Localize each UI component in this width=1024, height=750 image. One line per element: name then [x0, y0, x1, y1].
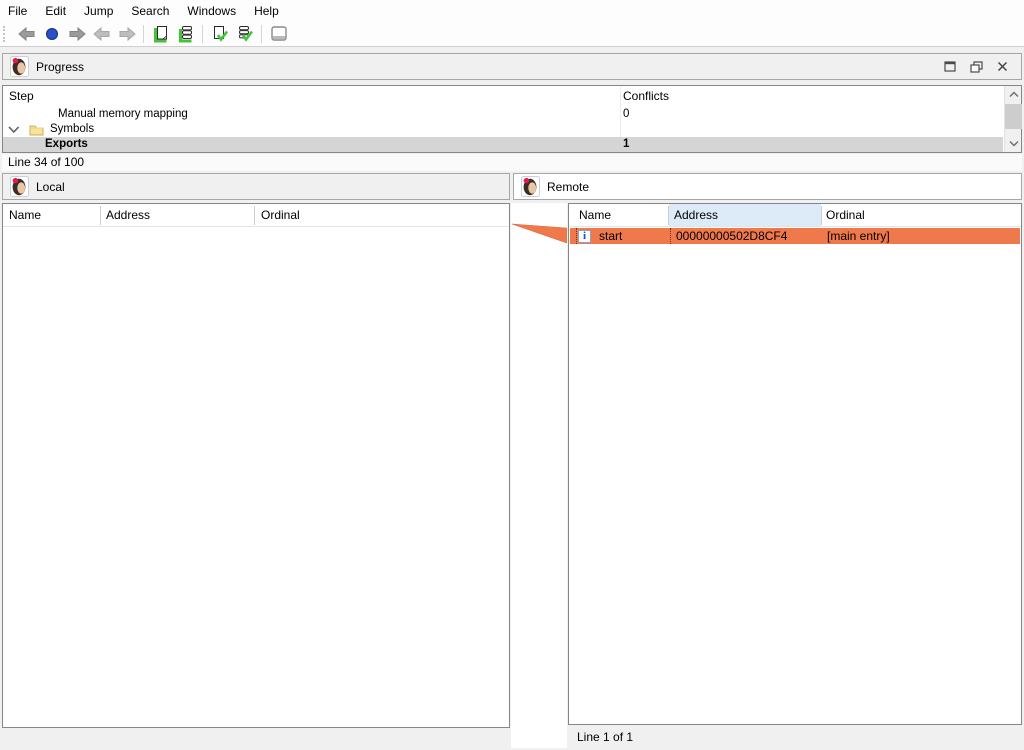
toolbar-separator — [202, 25, 203, 43]
address-cell: 00000000502D8CF4 — [676, 229, 787, 243]
column-divider[interactable] — [100, 206, 101, 225]
table-row-symbols[interactable]: Symbols — [3, 122, 1003, 137]
window-view-button[interactable] — [266, 23, 291, 45]
column-divider[interactable] — [254, 206, 255, 225]
name-cell: start — [599, 229, 622, 243]
maximize-button[interactable] — [937, 57, 963, 77]
nav-forward-alt-button[interactable] — [114, 23, 139, 45]
remote-status-line: Line 1 of 1 — [577, 730, 633, 744]
column-header-name[interactable]: Name — [579, 208, 611, 222]
chevron-down-icon — [1009, 140, 1019, 147]
step-cell: Symbols — [50, 122, 94, 137]
arrow-left-icon — [92, 24, 112, 44]
column-header-ordinal[interactable]: Ordinal — [261, 208, 300, 222]
restore-icon — [970, 61, 983, 73]
close-icon — [997, 61, 1008, 72]
cell-divider — [670, 228, 671, 244]
file-page-button[interactable] — [148, 23, 173, 45]
column-header-step[interactable]: Step — [9, 89, 34, 103]
close-button[interactable] — [989, 57, 1015, 77]
local-titlebar: Local — [2, 173, 510, 200]
vertical-scrollbar[interactable] — [1004, 86, 1021, 152]
progress-table: Step Conflicts Manual memory mapping 0 S… — [2, 85, 1022, 153]
progress-titlebar: Progress — [2, 53, 1022, 80]
step-cell: Manual memory mapping — [58, 107, 188, 122]
scroll-up-button[interactable] — [1005, 86, 1022, 103]
scroll-down-button[interactable] — [1005, 135, 1022, 152]
diaphora-icon — [10, 176, 29, 197]
menu-bar: File Edit Jump Search Windows Help — [0, 0, 1024, 22]
table-row-manual-memory-mapping[interactable]: Manual memory mapping 0 — [3, 107, 1003, 122]
chevron-up-icon — [1009, 91, 1019, 98]
toolbar-drag-handle[interactable] — [3, 26, 7, 42]
remote-table[interactable]: Name Address Ordinal i start 00000000502… — [568, 203, 1022, 725]
nav-current-position-button[interactable] — [39, 23, 64, 45]
match-strip — [511, 203, 567, 748]
local-table-header: Name Address Ordinal — [3, 204, 509, 227]
ordinal-cell: [main entry] — [827, 229, 890, 243]
arrow-left-icon — [17, 24, 37, 44]
diaphora-icon — [521, 176, 540, 197]
nav-back-alt-button[interactable] — [89, 23, 114, 45]
column-header-address[interactable]: Address — [106, 208, 150, 222]
menu-help[interactable]: Help — [245, 1, 288, 21]
remote-titlebar: Remote — [513, 173, 1022, 200]
toolbar-separator — [261, 25, 262, 43]
document-check-icon — [210, 24, 230, 44]
menu-file[interactable]: File — [8, 1, 36, 21]
arrow-right-icon — [117, 24, 137, 44]
column-divider[interactable] — [821, 206, 822, 225]
menu-windows[interactable]: Windows — [178, 1, 245, 21]
blue-circle-icon — [42, 24, 62, 44]
chevron-down-icon[interactable] — [8, 125, 20, 134]
local-pane-title: Local — [36, 180, 65, 194]
document-green-icon — [151, 24, 171, 44]
folder-icon — [29, 123, 44, 136]
conflicts-cell: 1 — [623, 137, 629, 152]
column-header-address[interactable]: Address — [674, 208, 718, 222]
toolbar — [0, 22, 1024, 47]
toolbar-separator — [143, 25, 144, 43]
stack-check-icon — [235, 24, 255, 44]
progress-status-line: Line 34 of 100 — [2, 154, 1022, 171]
column-divider[interactable] — [668, 206, 669, 225]
local-table[interactable]: Name Address Ordinal — [2, 203, 510, 728]
stack-green-icon — [176, 24, 196, 44]
progress-title: Progress — [36, 60, 84, 74]
float-button[interactable] — [963, 57, 989, 77]
menu-jump[interactable]: Jump — [75, 1, 122, 21]
info-icon: i — [578, 230, 591, 243]
column-header-conflicts[interactable]: Conflicts — [623, 89, 669, 103]
table-row-exports-selected[interactable]: Exports 1 — [3, 137, 1003, 152]
nav-forward-button[interactable] — [64, 23, 89, 45]
progress-table-header: Step Conflicts — [3, 86, 1003, 106]
file-stack-button[interactable] — [173, 23, 198, 45]
maximize-icon — [944, 61, 956, 72]
progress-window-buttons — [937, 57, 1015, 77]
file-page-check-button[interactable] — [207, 23, 232, 45]
match-triangle — [511, 203, 567, 748]
menu-edit[interactable]: Edit — [36, 1, 75, 21]
scrollbar-thumb[interactable] — [1005, 104, 1022, 129]
column-header-ordinal[interactable]: Ordinal — [826, 208, 865, 222]
row-grip — [570, 228, 577, 244]
column-header-name[interactable]: Name — [9, 208, 41, 222]
conflicts-cell: 0 — [623, 107, 629, 122]
step-cell: Exports — [45, 137, 88, 152]
remote-table-header: Name Address Ordinal — [569, 204, 1021, 227]
remote-pane-title: Remote — [547, 180, 589, 194]
table-row-start-match[interactable]: i start 00000000502D8CF4 [main entry] — [570, 228, 1020, 244]
menu-search[interactable]: Search — [122, 1, 178, 21]
file-stack-check-button[interactable] — [232, 23, 257, 45]
arrow-right-icon — [67, 24, 87, 44]
window-icon — [269, 24, 289, 44]
nav-back-button[interactable] — [14, 23, 39, 45]
diaphora-icon — [10, 56, 29, 77]
